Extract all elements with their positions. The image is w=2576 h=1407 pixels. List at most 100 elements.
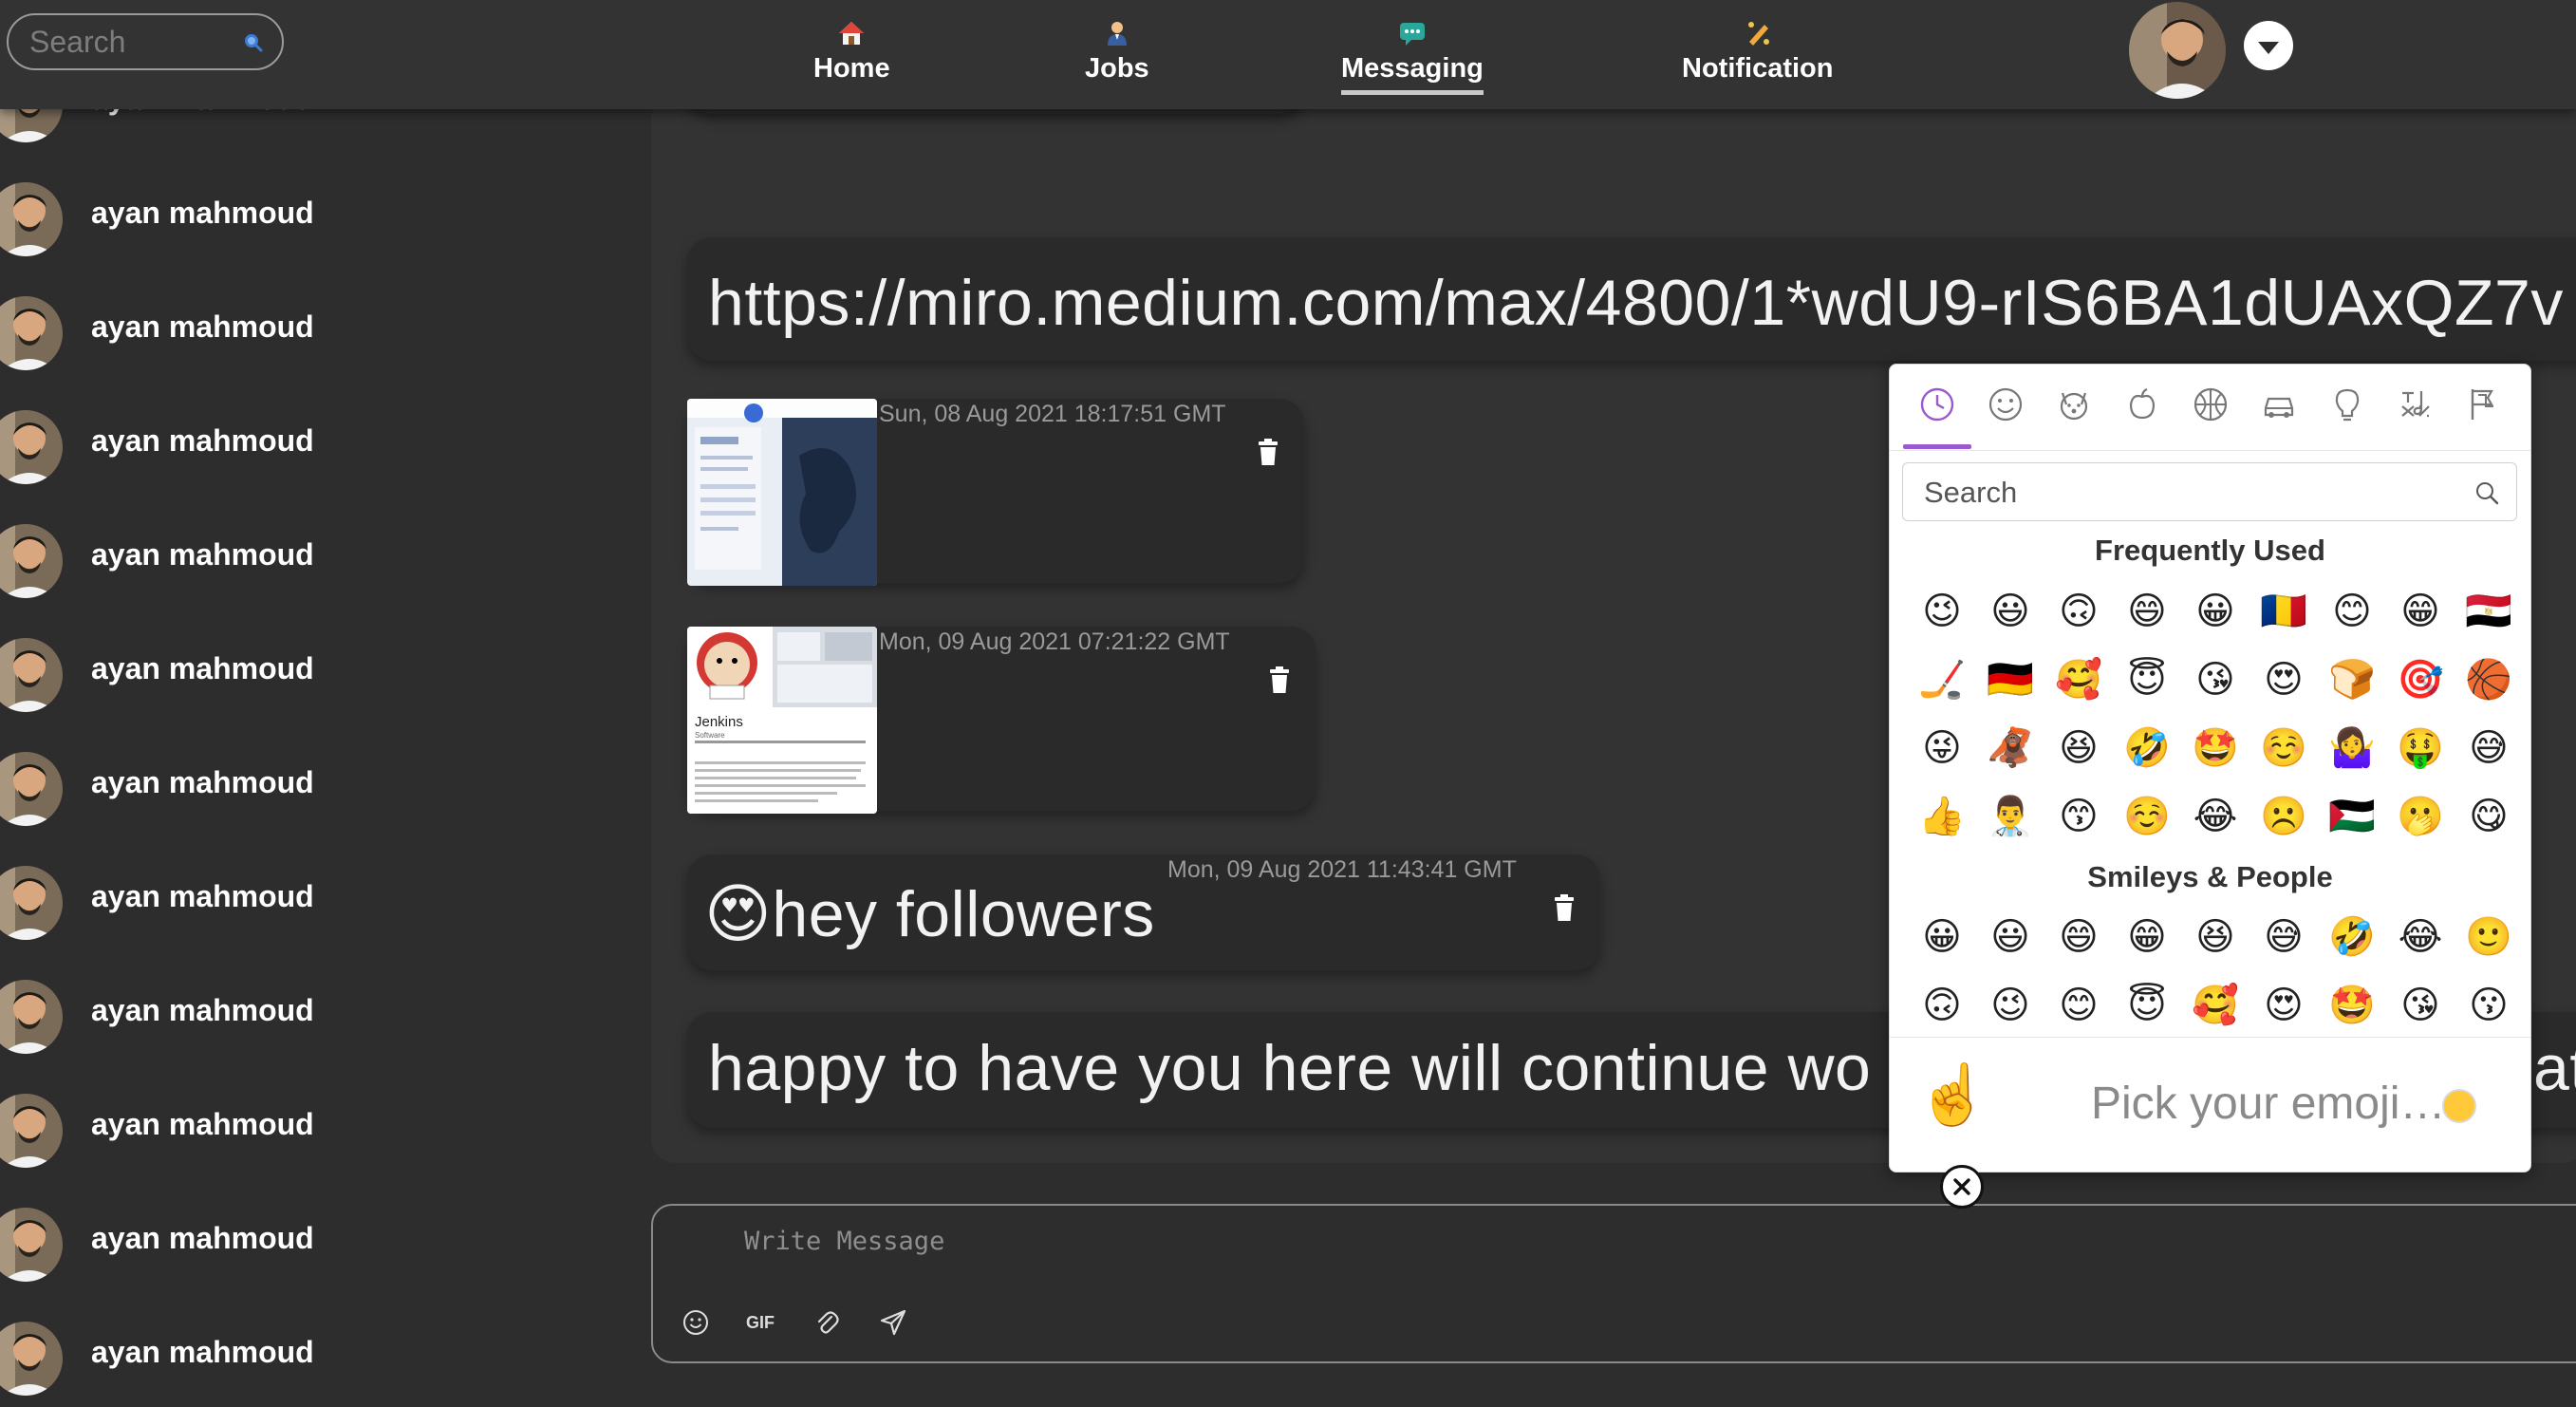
emoji-option[interactable]: 🏒 [1908,646,1976,714]
contact-item[interactable]: ayan mahmoud [0,182,569,268]
emoji-option[interactable]: 🦧 [1976,714,2044,782]
emoji-option[interactable]: 😄 [2113,577,2181,646]
emoji-option[interactable]: 😀 [1908,903,1976,971]
nav-messaging[interactable]: Messaging [1341,19,1484,95]
contact-item[interactable]: ayan mahmoud [0,296,569,382]
emoji-option[interactable]: 🎯 [2386,646,2455,714]
emoji-option[interactable]: 🇩🇪 [1976,646,2044,714]
emoji-category-tab[interactable] [1987,385,2025,423]
contact-item[interactable]: ayan mahmoud [0,866,569,951]
active-category-indicator [1903,444,1971,449]
map-screenshot-thumbnail[interactable] [687,399,877,586]
contact-item[interactable]: ayan mahmoud [0,1208,569,1293]
user-avatar[interactable] [2129,2,2226,99]
emoji-search-input[interactable] [1922,473,2438,513]
emoji-option[interactable]: 🫢 [2386,782,2455,851]
emoji-category-tab[interactable] [2123,385,2161,423]
account-menu-button[interactable] [2244,21,2293,70]
emoji-option[interactable]: 😉 [1976,971,2044,1040]
emoji-option[interactable]: 😘 [2181,646,2249,714]
emoji-option[interactable]: 👨‍⚕️ [1976,782,2044,851]
emoji-category-tab[interactable] [2055,385,2093,423]
jenkins-screenshot-thumbnail[interactable]: Jenkins Software [687,627,877,814]
emoji-option[interactable]: 👍 [1908,782,1976,851]
emoji-option[interactable]: 😅 [2455,714,2523,782]
search-icon[interactable] [242,31,263,52]
emoji-option[interactable]: 😁 [2113,903,2181,971]
emoji-option[interactable]: 😆 [2044,714,2113,782]
emoji-option[interactable]: 🤩 [2181,714,2249,782]
emoji-option[interactable]: 😊 [2318,577,2386,646]
emoji-option[interactable]: ☺️ [2113,782,2181,851]
emoji-option[interactable]: 🤷‍♀️ [2318,714,2386,782]
emoji-option[interactable]: 🥰 [2044,646,2113,714]
emoji-option[interactable]: 😙 [2044,782,2113,851]
emoji-option[interactable]: 🙂 [2455,903,2523,971]
emoji-option[interactable]: 😇 [2113,646,2181,714]
message-bubble[interactable]: Sun, 08 Aug 2021 18:17:51 GMT [687,399,1304,586]
message-input[interactable] [742,1225,1790,1276]
delete-message-icon[interactable] [1257,439,1279,465]
emoji-option[interactable]: 😇 [2113,971,2181,1040]
emoji-option[interactable]: 😀 [2181,577,2249,646]
emoji-category-tab[interactable] [1918,385,1956,423]
nav-notification[interactable]: Notification [1682,19,1834,84]
emoji-option[interactable]: 😁 [2386,577,2455,646]
nav-home[interactable]: Home [813,19,890,84]
emoji-option[interactable]: 😅 [2249,903,2318,971]
gif-button[interactable]: GIF [744,1306,776,1339]
emoji-option[interactable]: 😜 [1908,714,1976,782]
emoji-category-tab[interactable] [2465,385,2503,423]
emoji-option[interactable]: 😘 [2386,971,2455,1040]
contact-item[interactable]: ayan mahmoud [0,410,569,496]
emoji-option[interactable]: ☺️ [2249,714,2318,782]
emoji-category-tab[interactable] [2397,385,2435,423]
emoji-option[interactable]: 🏀 [2455,646,2523,714]
emoji-option[interactable]: 😂 [2386,903,2455,971]
delete-message-icon[interactable] [1553,894,1576,921]
emoji-option[interactable]: 🙃 [2044,577,2113,646]
emoji-option[interactable]: ☹️ [2249,782,2318,851]
emoji-option[interactable]: 😄 [2044,903,2113,971]
emoji-option[interactable]: 🤩 [2318,971,2386,1040]
emoji-button[interactable] [680,1306,712,1339]
emoji-option[interactable]: 😉 [1908,577,1976,646]
nav-jobs[interactable]: Jobs [1085,19,1149,84]
search-input[interactable] [28,23,221,61]
message-bubble[interactable]: Mon, 09 Aug 2021 11:43:41 GMT 😍hey follo… [687,854,1600,970]
contact-item[interactable]: ayan mahmoud [0,1094,569,1179]
delete-message-icon[interactable] [1268,666,1291,693]
emoji-option[interactable]: 🇵🇸 [2318,782,2386,851]
emoji-option[interactable]: 😍 [2249,971,2318,1040]
emoji-category-tab[interactable] [2260,385,2298,423]
emoji-option[interactable]: 😋 [2455,782,2523,851]
emoji-option[interactable]: 🥰 [2181,971,2249,1040]
skin-tone-selector[interactable] [2442,1089,2476,1123]
emoji-option[interactable]: 🤣 [2318,903,2386,971]
emoji-option[interactable]: 😍 [2249,646,2318,714]
close-emoji-picker-button[interactable] [1940,1165,1984,1209]
emoji-option[interactable]: 😃 [1976,577,2044,646]
send-button[interactable] [877,1306,909,1339]
emoji-option[interactable]: 😂 [2181,782,2249,851]
contact-item[interactable]: ayan mahmoud [0,1322,569,1407]
emoji-option[interactable]: 😆 [2181,903,2249,971]
contact-item[interactable]: ayan mahmoud [0,980,569,1065]
emoji-option[interactable]: 🇪🇬 [2455,577,2523,646]
emoji-option[interactable]: 🤑 [2386,714,2455,782]
emoji-option[interactable]: 🤣 [2113,714,2181,782]
attach-button[interactable] [811,1306,843,1339]
message-bubble[interactable]: Jenkins Software Mon, 09 Aug 2021 07:21:… [687,627,1316,814]
contact-item[interactable]: ayan mahmoud [0,752,569,837]
emoji-option[interactable]: 🙃 [1908,971,1976,1040]
emoji-option[interactable]: 😊 [2044,971,2113,1040]
emoji-option[interactable]: 😃 [1976,903,2044,971]
emoji-option[interactable]: 🇷🇴 [2249,577,2318,646]
emoji-category-tab[interactable] [2328,385,2366,423]
emoji-option[interactable]: 🍞 [2318,646,2386,714]
emoji-option[interactable]: 😗 [2455,971,2523,1040]
message-bubble[interactable]: https://miro.medium.com/max/4800/1*wdU9-… [687,237,2576,361]
contact-item[interactable]: ayan mahmoud [0,638,569,723]
emoji-category-tab[interactable] [2192,385,2230,423]
contact-item[interactable]: ayan mahmoud [0,524,569,610]
